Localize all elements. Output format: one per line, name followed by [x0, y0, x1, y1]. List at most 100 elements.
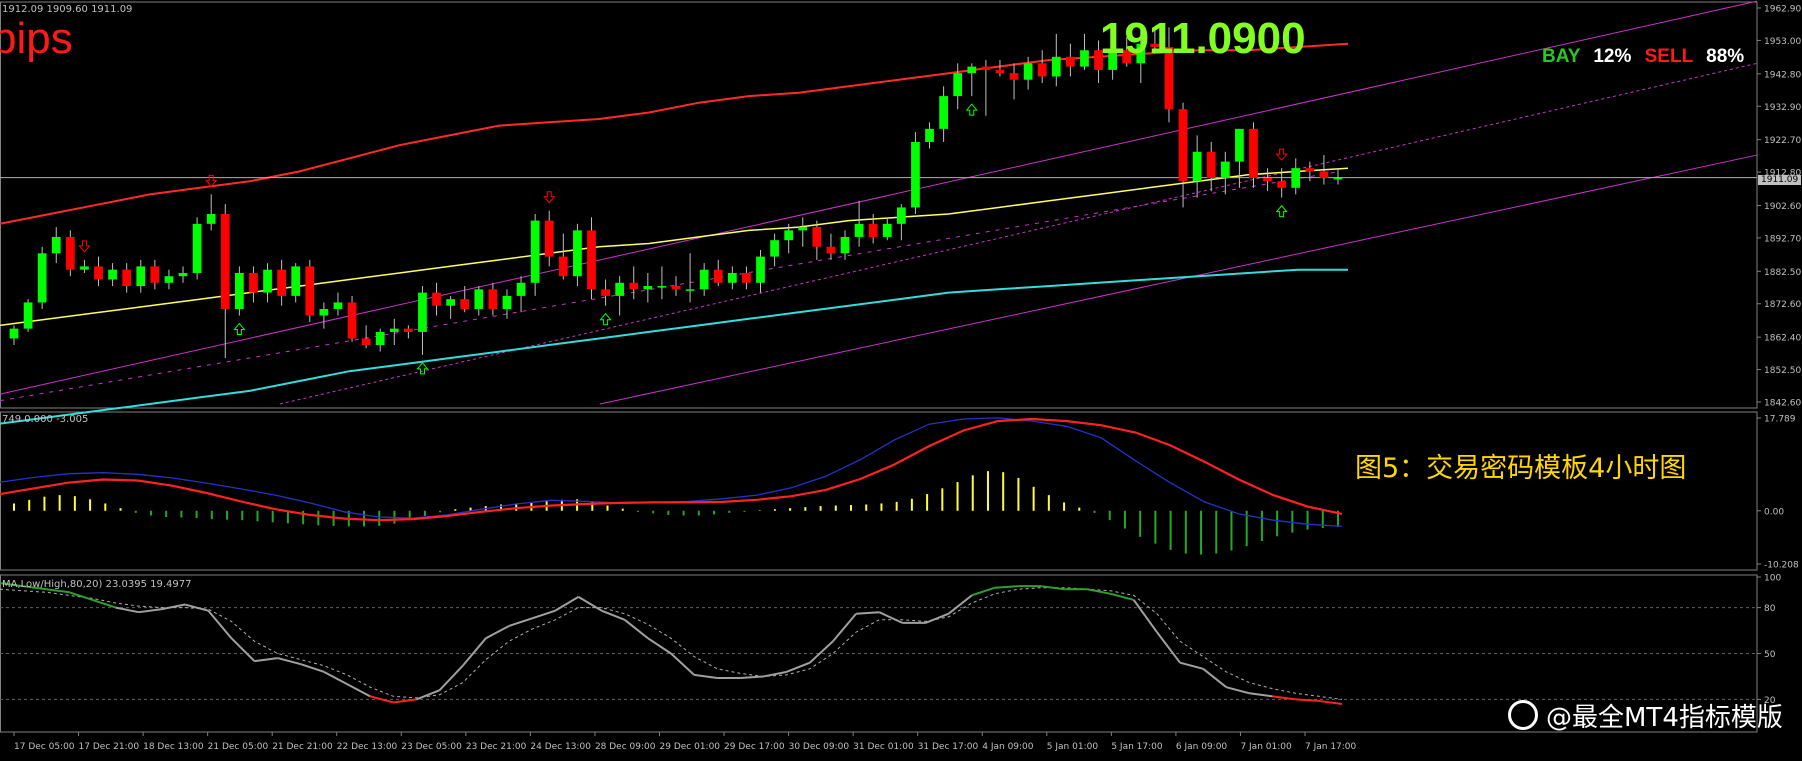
candle-bear	[812, 227, 822, 247]
price-axis-tick-label: 1922.70	[1764, 136, 1801, 146]
candle-bull	[756, 256, 765, 283]
candle-bear	[347, 302, 357, 339]
candle-bull	[615, 282, 625, 296]
candle-bear	[94, 266, 103, 280]
time-axis-tick-label: 24 Dec 13:00	[530, 742, 591, 752]
candle-bear	[629, 282, 639, 290]
price-axis-tick-label: 1882.50	[1764, 268, 1801, 278]
time-axis-tick-label: 29 Dec 17:00	[724, 742, 785, 752]
candle-bull	[925, 128, 934, 142]
candle-bull	[51, 236, 61, 254]
candle-bear	[671, 286, 681, 290]
candle-bear	[220, 214, 230, 309]
watermark-text: @最全MT4指标模版	[1546, 703, 1783, 733]
candle-bear	[1206, 151, 1216, 178]
stoch-header: MA,Low/High,80,20) 23.0395 19.4977	[2, 579, 192, 590]
time-axis-tick-label: 23 Dec 21:00	[466, 742, 527, 752]
candle-bear	[249, 272, 258, 293]
candle-bear	[742, 272, 751, 283]
candle-bear	[981, 66, 991, 70]
candle-bull	[530, 220, 540, 283]
candle-bull	[882, 223, 892, 237]
chart-background	[0, 0, 1802, 761]
candle-bull	[502, 295, 512, 309]
candle-bull	[840, 236, 850, 254]
time-axis-tick-label: 5 Jan 01:00	[1047, 742, 1099, 752]
time-axis-tick-label: 22 Dec 13:00	[337, 742, 398, 752]
candle-bull	[23, 302, 33, 329]
watermark: @最全MT4指标模版	[1508, 697, 1783, 734]
candle-bull	[967, 66, 977, 74]
pips-label: pips	[0, 14, 73, 63]
time-axis-tick-label: 7 Jan 17:00	[1305, 742, 1357, 752]
candle-bull	[136, 266, 146, 287]
candle-bear	[587, 230, 596, 290]
candle-bull	[798, 227, 808, 231]
price-axis-tick-label: 1942.80	[1764, 70, 1801, 80]
candle-bear	[460, 299, 470, 309]
candle-bull	[896, 207, 906, 224]
candle-bull	[446, 299, 456, 306]
time-axis-tick-label: 7 Jan 01:00	[1240, 742, 1292, 752]
candle-bull	[9, 328, 19, 339]
candle-bull	[1192, 151, 1202, 182]
stoch-axis-tick-label: 80	[1764, 604, 1776, 614]
bay-sell-panel: BAY 12% SELL 88%	[1542, 46, 1744, 68]
candle-bear	[544, 220, 554, 257]
stoch-axis-tick-label: 50	[1764, 650, 1776, 660]
price-axis-tick-label: 1962.90	[1764, 5, 1801, 15]
candle-bull	[1023, 63, 1033, 80]
time-axis-tick-label: 23 Dec 05:00	[401, 742, 462, 752]
candle-bull	[1080, 50, 1089, 67]
candle-bear	[1037, 63, 1047, 77]
candle-bear	[1263, 177, 1272, 182]
candle-bull	[770, 240, 779, 257]
macd-axis-tick-label: 0.00	[1764, 507, 1784, 517]
time-axis-tick-label: 31 Dec 01:00	[853, 742, 914, 752]
candle-bull	[263, 269, 272, 293]
candle-bull	[699, 269, 709, 290]
chart-caption: 图5：交易密码模板4小时图	[1355, 453, 1687, 484]
current-price-tag: 1911.09	[1758, 175, 1802, 185]
candle-bear	[826, 246, 836, 254]
candle-bull	[375, 331, 385, 346]
macd-axis-tick-label: 17.789	[1764, 415, 1796, 425]
time-axis-tick-label: 21 Dec 05:00	[208, 742, 269, 752]
price-axis-tick-label: 1892.70	[1764, 234, 1801, 244]
candle-bull	[108, 269, 117, 280]
bay-percent: 12%	[1593, 46, 1632, 67]
candle-bull	[784, 230, 794, 241]
candle-bull	[474, 289, 484, 309]
time-axis-tick-label: 28 Dec 09:00	[595, 742, 656, 752]
time-axis-tick-label: 4 Jan 09:00	[982, 742, 1034, 752]
candle-bull	[1051, 56, 1061, 77]
candle-bear	[305, 266, 315, 316]
candle-bear	[150, 266, 160, 283]
bay-label: BAY	[1542, 46, 1581, 67]
price-axis-tick-label: 1953.00	[1764, 37, 1801, 47]
price-axis-tick-label: 1842.60	[1764, 399, 1801, 409]
candle-bear	[361, 338, 371, 346]
chart-canvas[interactable]: 1962.901953.001942.801932.901922.701912.…	[0, 0, 1802, 761]
big-price-label: 1911.0900	[1100, 14, 1306, 63]
time-axis-tick-label: 6 Jan 09:00	[1176, 742, 1228, 752]
candle-bear	[601, 289, 610, 296]
candle-bear	[488, 289, 498, 309]
candle-bear	[1009, 73, 1019, 80]
macd-axis-tick-label: -10.208	[1764, 561, 1799, 571]
time-axis-tick-label: 29 Dec 01:00	[660, 742, 721, 752]
candle-bull	[37, 253, 47, 303]
candle-bull	[953, 73, 963, 97]
price-axis-tick-label: 1902.60	[1764, 202, 1801, 212]
candle-bull	[192, 223, 202, 273]
time-axis-tick-label: 18 Dec 13:00	[143, 742, 204, 752]
time-axis-tick-label: 5 Jan 17:00	[1111, 742, 1163, 752]
candle-bull	[1235, 128, 1244, 162]
candle-bear	[1178, 109, 1188, 182]
candle-bull	[164, 276, 174, 283]
candle-bull	[854, 223, 864, 237]
candle-bear	[1249, 128, 1258, 178]
candle-bull	[389, 328, 399, 332]
candle-bear	[1305, 168, 1315, 172]
stoch-axis-tick-label: 100	[1764, 574, 1781, 584]
